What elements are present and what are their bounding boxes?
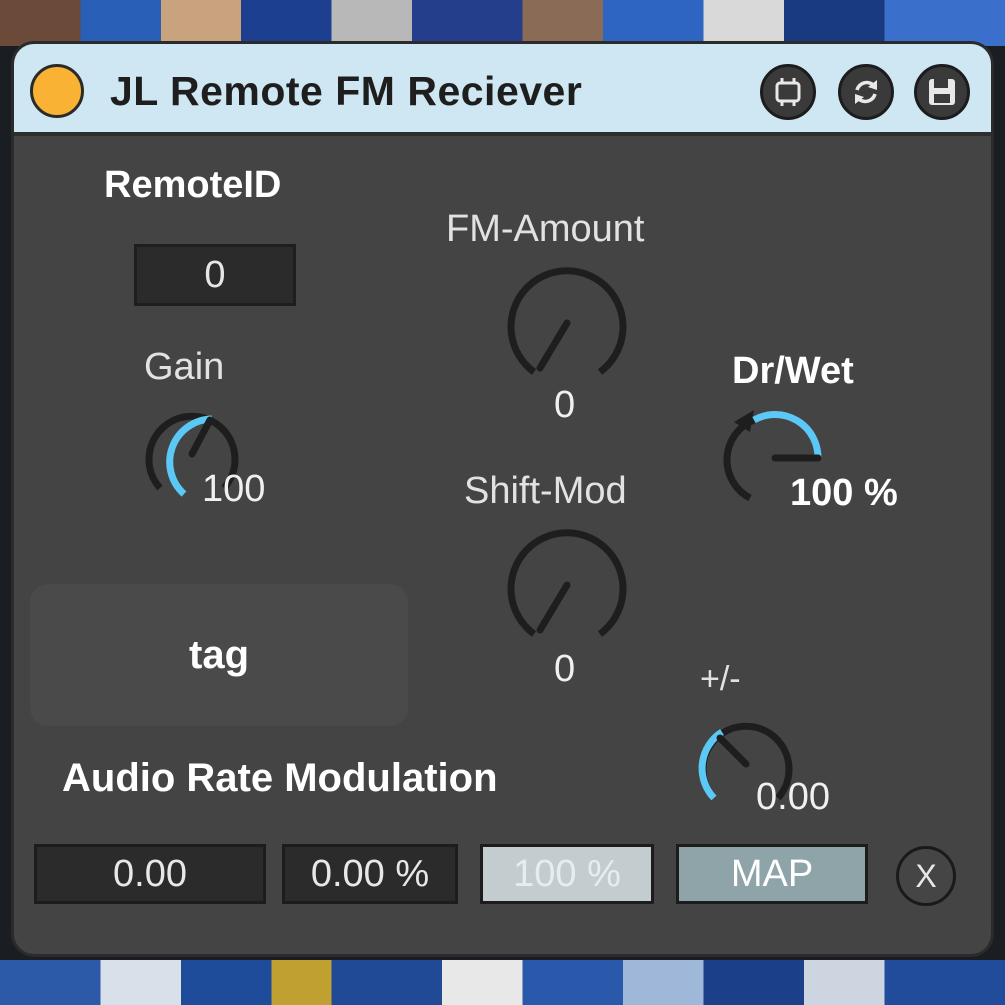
freeze-icon	[775, 78, 801, 106]
shift-mod-value: 0	[554, 648, 576, 690]
shift-mod-knob[interactable]	[504, 522, 630, 648]
background-top	[0, 0, 1005, 46]
device-panel: JL Remote FM Reciever RemoteID 0 Gain 10…	[14, 44, 991, 954]
hot-swap-button[interactable]	[838, 64, 894, 120]
close-icon: X	[915, 857, 937, 894]
audio-rate-modulation-label: Audio Rate Modulation	[62, 756, 498, 800]
freeze-button[interactable]	[760, 64, 816, 120]
device-title: JL Remote FM Reciever	[110, 68, 583, 114]
fm-amount-value: 0	[554, 384, 576, 426]
remote-id-label: RemoteID	[104, 164, 282, 206]
shift-mod-label: Shift-Mod	[464, 470, 627, 512]
fm-amount-label: FM-Amount	[446, 208, 645, 250]
plus-minus-label: +/-	[700, 660, 741, 698]
modulation-depth-box[interactable]: 100 %	[480, 844, 654, 904]
background-bottom	[0, 960, 1005, 1005]
modulation-percent-box[interactable]: 0.00 %	[282, 844, 458, 904]
remote-id-number-box[interactable]: 0	[134, 244, 296, 306]
tag-panel[interactable]: tag	[30, 584, 408, 726]
gain-value: 100	[202, 468, 266, 510]
dry-wet-value: 100 %	[790, 472, 898, 514]
save-button[interactable]	[914, 64, 970, 120]
unmap-button[interactable]: X	[896, 846, 956, 906]
fm-amount-knob[interactable]	[504, 260, 630, 386]
gain-label: Gain	[144, 346, 225, 388]
dry-wet-label: Dr/Wet	[732, 350, 854, 392]
modulation-value-box[interactable]: 0.00	[34, 844, 266, 904]
map-button[interactable]: MAP	[676, 844, 868, 904]
plus-minus-value: 0.00	[756, 776, 830, 818]
tag-label: tag	[189, 632, 249, 677]
save-icon	[929, 79, 955, 105]
refresh-icon	[855, 80, 877, 104]
title-bar[interactable]: JL Remote FM Reciever	[14, 44, 991, 136]
device-activator-button[interactable]	[30, 64, 84, 118]
